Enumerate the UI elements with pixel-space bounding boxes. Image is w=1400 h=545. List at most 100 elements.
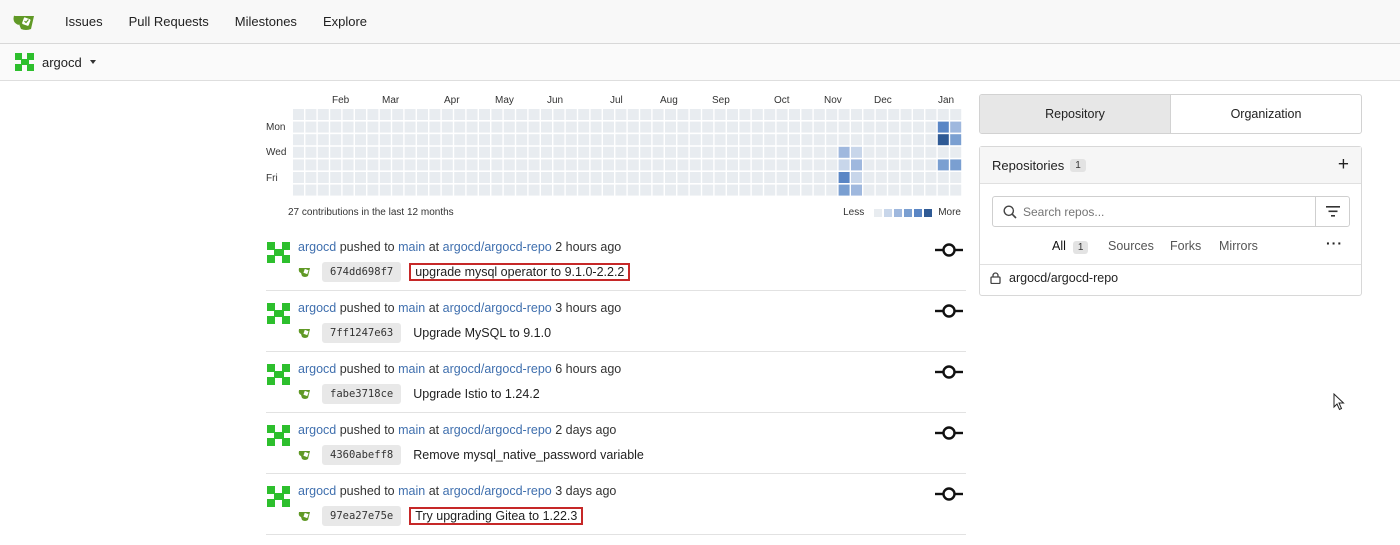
heatmap-cell[interactable] [950,146,962,158]
heatmap-cell[interactable] [441,184,453,196]
heatmap-cell[interactable] [652,159,664,171]
heatmap-cell[interactable] [689,109,701,120]
heatmap-cell[interactable] [404,109,416,120]
heatmap-cell[interactable] [330,184,342,196]
heatmap-cell[interactable] [665,184,676,196]
heatmap-cell[interactable] [776,184,788,196]
heatmap-cell[interactable] [379,109,391,120]
heatmap-cell[interactable] [764,172,776,183]
heatmap-cell[interactable] [516,172,528,183]
heatmap-cell[interactable] [578,121,590,133]
user-avatar-icon[interactable] [267,363,291,387]
heatmap-cell[interactable] [739,146,751,158]
heatmap-cell[interactable] [479,109,490,120]
heatmap-cell[interactable] [330,121,342,133]
heatmap-cell[interactable] [838,134,850,146]
heatmap-cell[interactable] [677,159,689,171]
heatmap-cell[interactable] [578,134,590,146]
heatmap-cell[interactable] [764,146,776,158]
gitea-logo-icon[interactable] [13,12,39,32]
heatmap-cell[interactable] [417,172,428,183]
heatmap-cell[interactable] [392,184,404,196]
heatmap-cell[interactable] [875,184,887,196]
heatmap-cell[interactable] [342,134,354,146]
heatmap-cell[interactable] [293,172,304,183]
heatmap-cell[interactable] [528,159,540,171]
heatmap-cell[interactable] [665,159,676,171]
heatmap-cell[interactable] [776,159,788,171]
heatmap-cell[interactable] [813,134,825,146]
heatmap-cell[interactable] [875,109,887,120]
heatmap-cell[interactable] [417,121,428,133]
subtab-forks[interactable]: Forks [1170,239,1201,253]
heatmap-cell[interactable] [813,109,825,120]
heatmap-cell[interactable] [937,172,949,183]
heatmap-cell[interactable] [404,159,416,171]
heatmap-cell[interactable] [950,109,962,120]
heatmap-cell[interactable] [751,121,763,133]
heatmap-cell[interactable] [789,159,800,171]
heatmap-cell[interactable] [913,109,924,120]
heatmap-cell[interactable] [479,184,490,196]
heatmap-cell[interactable] [702,134,714,146]
heatmap-cell[interactable] [429,146,441,158]
heatmap-cell[interactable] [293,121,304,133]
heatmap-cell[interactable] [863,184,875,196]
heatmap-cell[interactable] [727,121,738,133]
heatmap-cell[interactable] [925,159,937,171]
heatmap-cell[interactable] [553,172,565,183]
heatmap-cell[interactable] [491,109,503,120]
heatmap-cell[interactable] [640,159,652,171]
heatmap-cell[interactable] [367,159,379,171]
heatmap-cell[interactable] [727,146,738,158]
heatmap-cell[interactable] [937,134,949,146]
heatmap-cell[interactable] [615,109,627,120]
heatmap-cell[interactable] [516,159,528,171]
heatmap-cell[interactable] [702,109,714,120]
heatmap-cell[interactable] [367,172,379,183]
filter-button[interactable] [1316,197,1349,226]
heatmap-cell[interactable] [355,146,366,158]
nav-pull-requests[interactable]: Pull Requests [129,14,209,29]
repo-link[interactable]: argocd/argocd-repo [443,301,552,315]
heatmap-cell[interactable] [479,121,490,133]
heatmap-cell[interactable] [826,121,838,133]
nav-explore[interactable]: Explore [323,14,367,29]
heatmap-cell[interactable] [863,146,875,158]
heatmap-cell[interactable] [392,109,404,120]
heatmap-cell[interactable] [454,134,466,146]
heatmap-cell[interactable] [479,159,490,171]
heatmap-cell[interactable] [553,146,565,158]
heatmap-cell[interactable] [689,146,701,158]
heatmap-cell[interactable] [627,121,639,133]
heatmap-cell[interactable] [776,121,788,133]
heatmap-cell[interactable] [379,146,391,158]
heatmap-cell[interactable] [528,134,540,146]
heatmap-cell[interactable] [801,184,813,196]
heatmap-cell[interactable] [913,184,924,196]
branch-link[interactable]: main [398,362,425,376]
heatmap-cell[interactable] [392,172,404,183]
heatmap-cell[interactable] [466,146,478,158]
heatmap-cell[interactable] [305,134,317,146]
heatmap-cell[interactable] [937,184,949,196]
heatmap-cell[interactable] [417,134,428,146]
heatmap-cell[interactable] [317,146,329,158]
heatmap-cell[interactable] [379,172,391,183]
heatmap-cell[interactable] [541,109,552,120]
heatmap-cell[interactable] [851,134,862,146]
heatmap-cell[interactable] [466,134,478,146]
heatmap-cell[interactable] [590,146,602,158]
heatmap-cell[interactable] [528,109,540,120]
heatmap-cell[interactable] [714,134,726,146]
heatmap-cell[interactable] [417,146,428,158]
heatmap-cell[interactable] [838,184,850,196]
heatmap-cell[interactable] [441,159,453,171]
heatmap-cell[interactable] [615,159,627,171]
heatmap-cell[interactable] [615,184,627,196]
heatmap-cell[interactable] [454,109,466,120]
heatmap-cell[interactable] [342,109,354,120]
tab-repository[interactable]: Repository [980,95,1171,133]
heatmap-cell[interactable] [764,184,776,196]
heatmap-cell[interactable] [317,109,329,120]
